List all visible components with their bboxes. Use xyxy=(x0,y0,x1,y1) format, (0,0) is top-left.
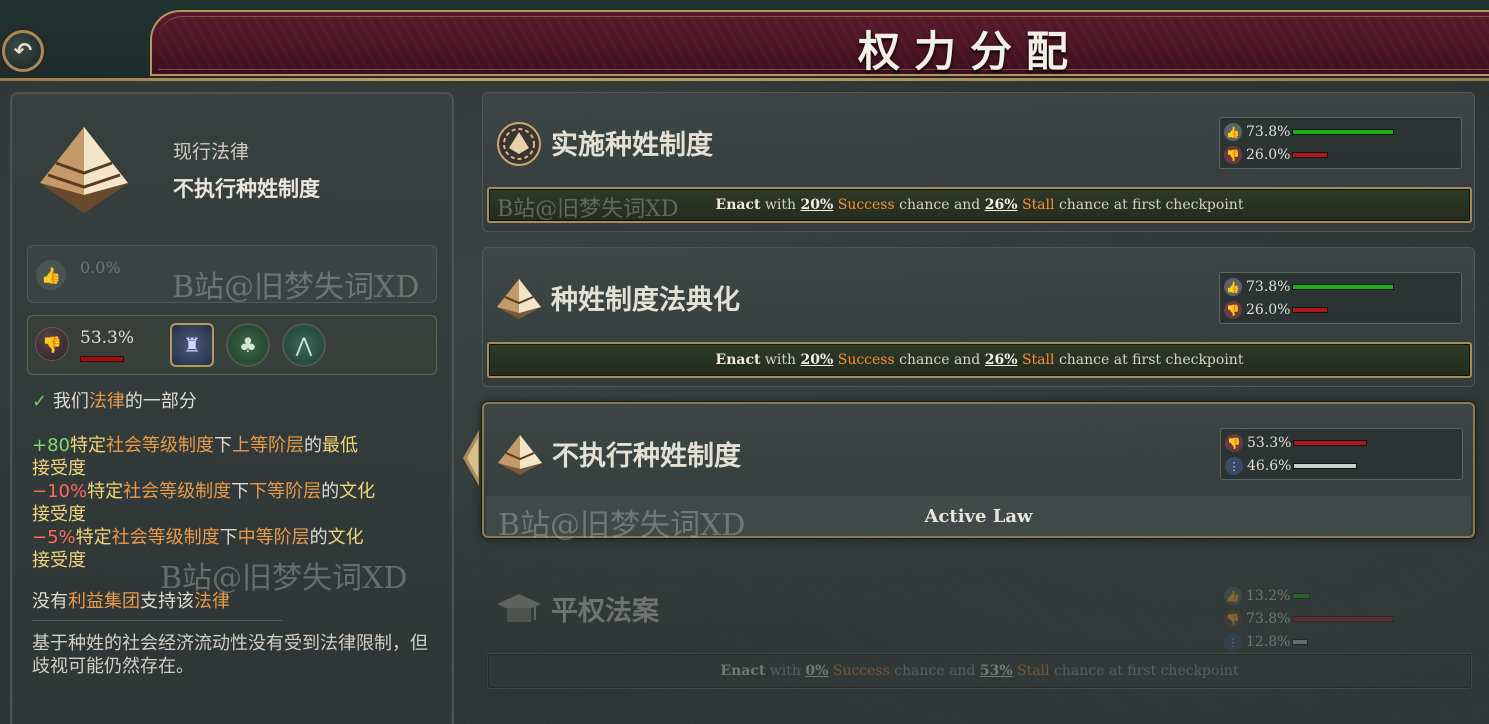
neutral-bar xyxy=(1292,639,1308,645)
law-card-affirmative-action[interactable]: 平权法案 👍 13.2% 👎 73.8% ⋮ 12.8% Enact with … xyxy=(482,558,1475,698)
thumbs-up-icon: 👍 xyxy=(36,260,66,290)
thumbs-down-icon: 👎 xyxy=(1224,610,1242,628)
thumbs-up-icon: 👍 xyxy=(1224,123,1242,141)
watermark: B站@旧梦失词XD xyxy=(498,508,746,543)
neutral-icon: ⋮ xyxy=(1224,633,1242,651)
law-stats: 👍 73.8% 👎 26.0% xyxy=(1219,272,1462,324)
thumbs-down-icon: 👎 xyxy=(1224,146,1242,164)
law-title: 平权法案 xyxy=(551,596,659,627)
oppose-percentage: 73.8% xyxy=(1246,611,1291,627)
neutral-icon: ⋮ xyxy=(1225,457,1243,475)
thumbs-down-icon: 👎 xyxy=(1225,434,1243,452)
laws-link[interactable]: 法律 xyxy=(89,391,125,412)
checkmark-icon: ✓ xyxy=(32,391,48,412)
thumbs-up-icon: 👍 xyxy=(1224,278,1242,296)
support-bar xyxy=(1292,129,1394,135)
selection-arrow-inner xyxy=(467,438,478,478)
oppose-bar xyxy=(1292,152,1328,158)
support-percentage: 13.2% xyxy=(1246,588,1291,604)
landowners-icon[interactable]: ♣ xyxy=(226,323,270,367)
neutral-percentage: 46.6% xyxy=(1247,458,1292,474)
neutral-bar xyxy=(1293,463,1357,469)
part-of-laws: ✓ 我们法律的一部分 xyxy=(32,391,197,412)
thumbs-up-icon: 👍 xyxy=(1224,587,1242,605)
page-title: 权力分配 xyxy=(857,27,1082,76)
law-stats: 👍 13.2% 👎 73.8% ⋮ 12.8% xyxy=(1219,583,1462,655)
oppose-percentage: 53.3% xyxy=(80,328,135,348)
law-title: 实施种姓制度 xyxy=(551,130,713,161)
support-bar xyxy=(1292,284,1394,290)
devout-icon[interactable]: ⋀ xyxy=(282,323,326,367)
rural-folk-icon[interactable]: ♜ xyxy=(170,323,214,367)
law-stats: 👍 73.8% 👎 26.0% xyxy=(1219,117,1462,169)
thumbs-down-icon: 👎 xyxy=(1224,301,1242,319)
oppose-percentage: 26.0% xyxy=(1246,147,1291,163)
support-bar xyxy=(1292,593,1310,599)
law-title: 不执行种姓制度 xyxy=(552,441,741,472)
pyramid-icon xyxy=(40,127,128,213)
oppose-bar xyxy=(80,356,124,362)
enact-button[interactable]: Enact with 0% Success chance and 53% Sta… xyxy=(487,653,1472,689)
law-stats: 👎 53.3% ⋮ 46.6% xyxy=(1220,428,1463,480)
effect-line: −10%特定社会等级制度下下等阶层的文化 接受度 xyxy=(32,481,376,525)
watermark: B站@旧梦失词XD xyxy=(497,197,679,222)
support-percentage: 0.0% xyxy=(80,258,121,277)
oppose-percentage: 53.3% xyxy=(1247,435,1292,451)
law-card-no-caste[interactable]: 不执行种姓制度 👎 53.3% ⋮ 46.6% Active Law B站@旧梦… xyxy=(482,402,1475,543)
mortarboard-icon xyxy=(497,594,541,622)
oppose-bar xyxy=(1292,616,1394,622)
no-support-line: 没有利益集团支持该法律 xyxy=(32,591,230,612)
effect-line: +80特定社会等级制度下上等阶层的最低 接受度 xyxy=(32,435,358,479)
enact-button[interactable]: Enact with 20% Success chance and 26% St… xyxy=(487,342,1472,378)
banner-divider xyxy=(0,78,1489,81)
law-description: 基于种姓的社会经济流动性没有受到法律限制，但歧视可能仍然存在。 xyxy=(32,633,428,677)
current-law-label: 现行法律 xyxy=(173,141,250,163)
top-banner: 权力分配 xyxy=(0,0,1489,80)
current-law-name: 不执行种姓制度 xyxy=(173,177,320,201)
oppose-percentage: 26.0% xyxy=(1246,302,1291,318)
pyramid-icon xyxy=(497,279,541,319)
divider xyxy=(32,620,282,621)
watermark: B站@旧梦失词XD xyxy=(172,270,420,305)
support-percentage: 73.8% xyxy=(1246,124,1291,140)
back-arrow-icon: ↶ xyxy=(13,38,33,64)
support-percentage: 73.8% xyxy=(1246,279,1291,295)
chain-icon xyxy=(497,122,541,166)
law-card-enforced-caste[interactable]: 实施种姓制度 👍 73.8% 👎 26.0% Enact with 20% Su… xyxy=(482,92,1475,232)
law-title: 种姓制度法典化 xyxy=(551,285,740,316)
law-card-codified-caste[interactable]: 种姓制度法典化 👍 73.8% 👎 26.0% Enact with 20% S… xyxy=(482,247,1475,387)
neutral-percentage: 12.8% xyxy=(1246,634,1291,650)
oppose-bar xyxy=(1292,307,1328,313)
oppose-bar xyxy=(1293,440,1367,446)
pyramid-icon xyxy=(498,435,542,475)
thumbs-down-icon[interactable]: 👎 xyxy=(35,327,69,361)
back-button[interactable]: ↶ xyxy=(2,30,44,72)
